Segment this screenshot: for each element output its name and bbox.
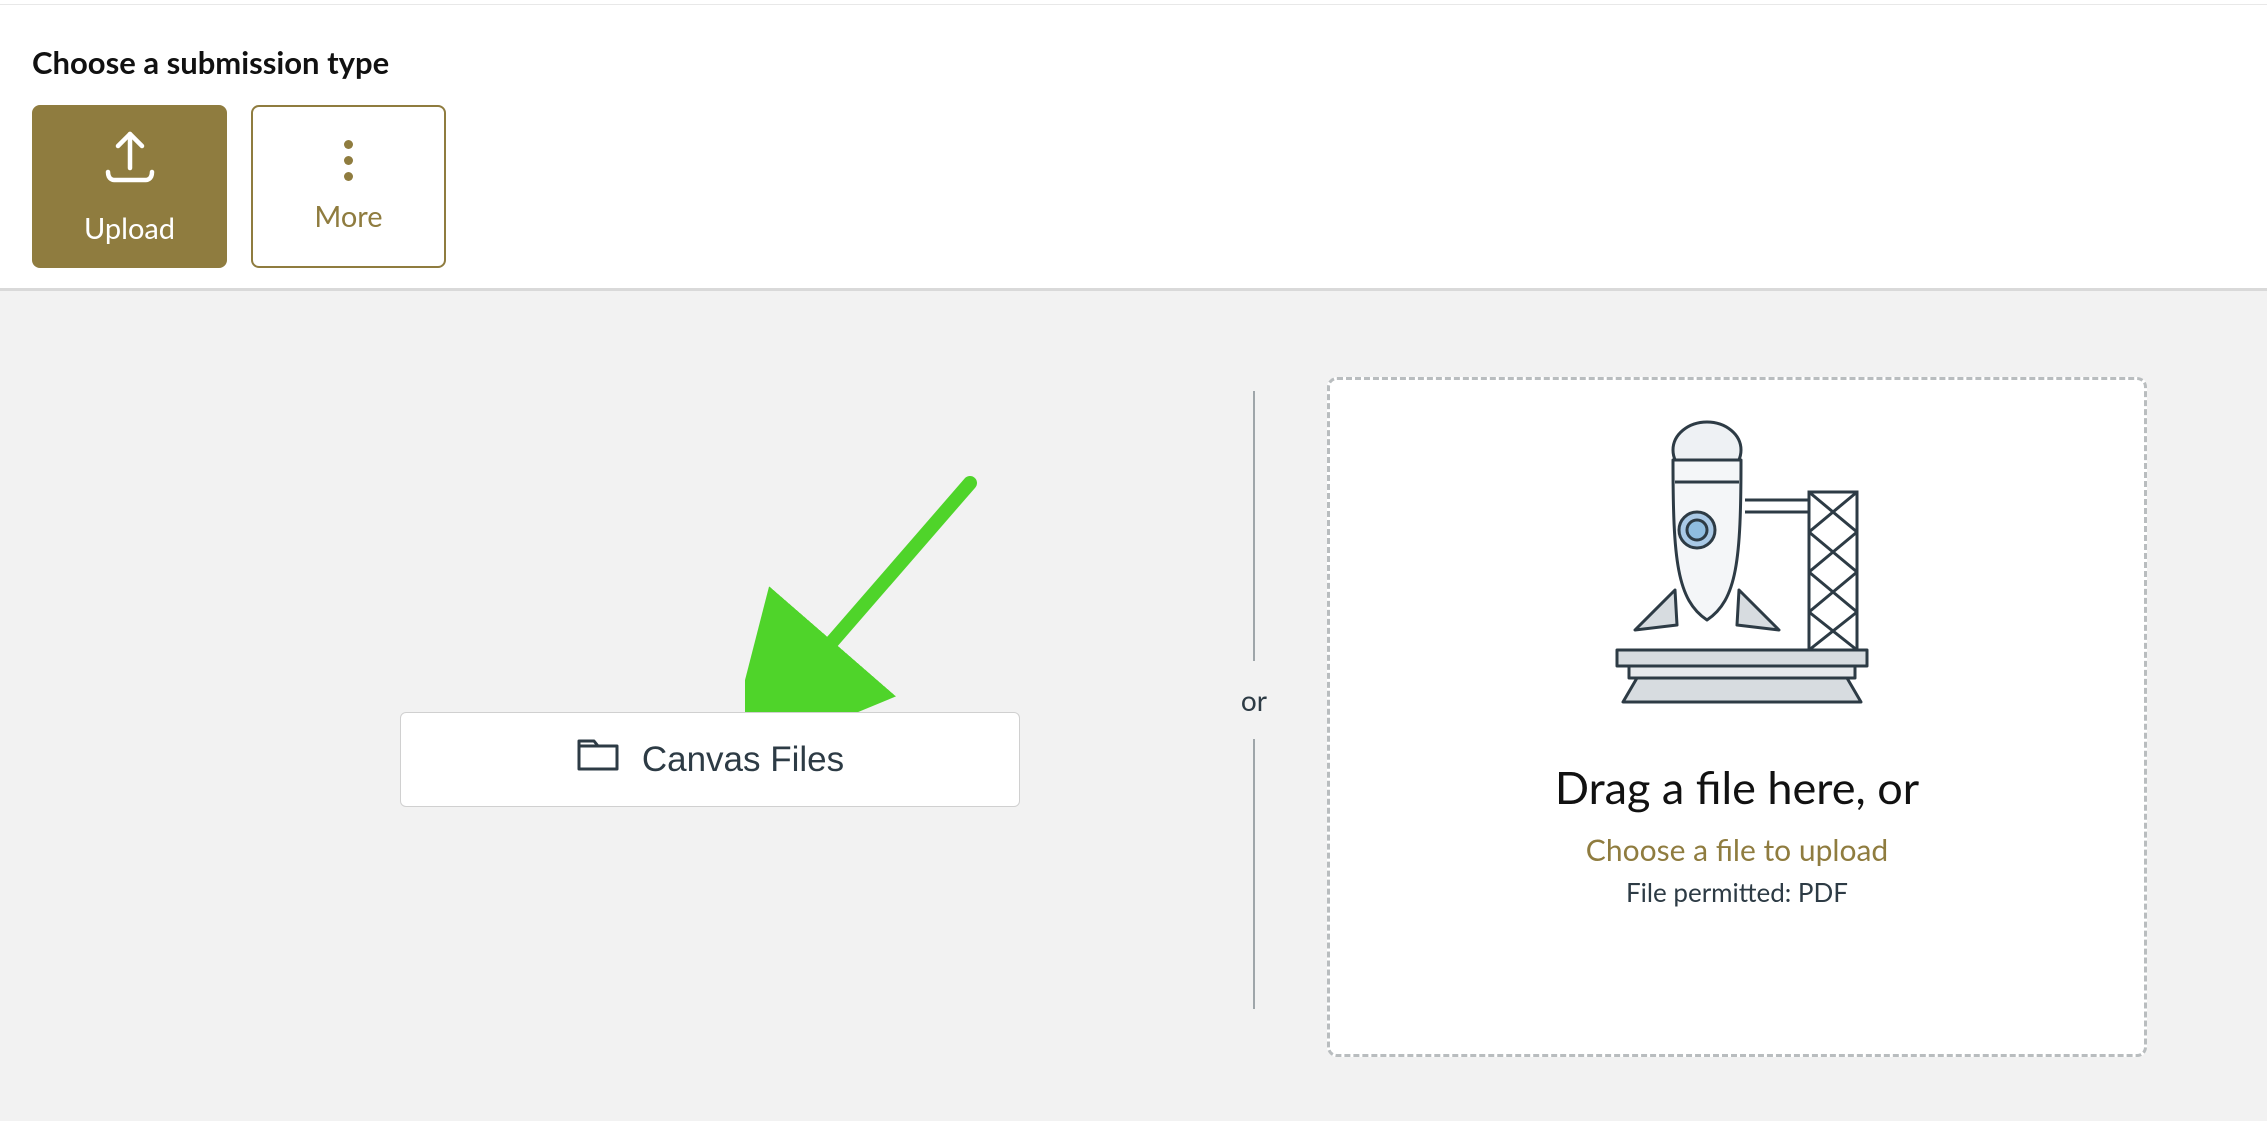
more-dots-icon [344,140,353,181]
separator-or: or [1241,683,1267,717]
tab-more-label: More [314,199,382,234]
section-heading: Choose a submission type [32,43,2267,81]
canvas-files-button[interactable]: Canvas Files [400,712,1020,807]
folder-icon [576,736,620,783]
canvas-files-label: Canvas Files [642,740,844,780]
rocket-illustration-icon [1577,420,1897,724]
drop-title: Drag a file here, or [1555,760,1919,814]
canvas-files-column: Canvas Files [60,377,1181,1017]
top-rule [0,4,2267,5]
tab-upload-label: Upload [84,211,175,246]
upload-icon [96,128,164,193]
file-drop-zone[interactable]: Drag a file here, or Choose a file to up… [1327,377,2147,1057]
tab-more[interactable]: More [251,105,446,268]
annotation-arrow-icon [745,463,1005,723]
separator-line-bottom [1253,739,1255,1009]
separator-column: or [1241,377,1267,1009]
file-permitted-text: File permitted: PDF [1626,876,1848,908]
tab-upload[interactable]: Upload [32,105,227,268]
submission-type-tabs: Upload More [32,105,2267,268]
upload-work-area: Canvas Files or [0,291,2267,1121]
choose-file-link[interactable]: Choose a file to upload [1586,832,1888,868]
separator-line-top [1253,391,1255,661]
